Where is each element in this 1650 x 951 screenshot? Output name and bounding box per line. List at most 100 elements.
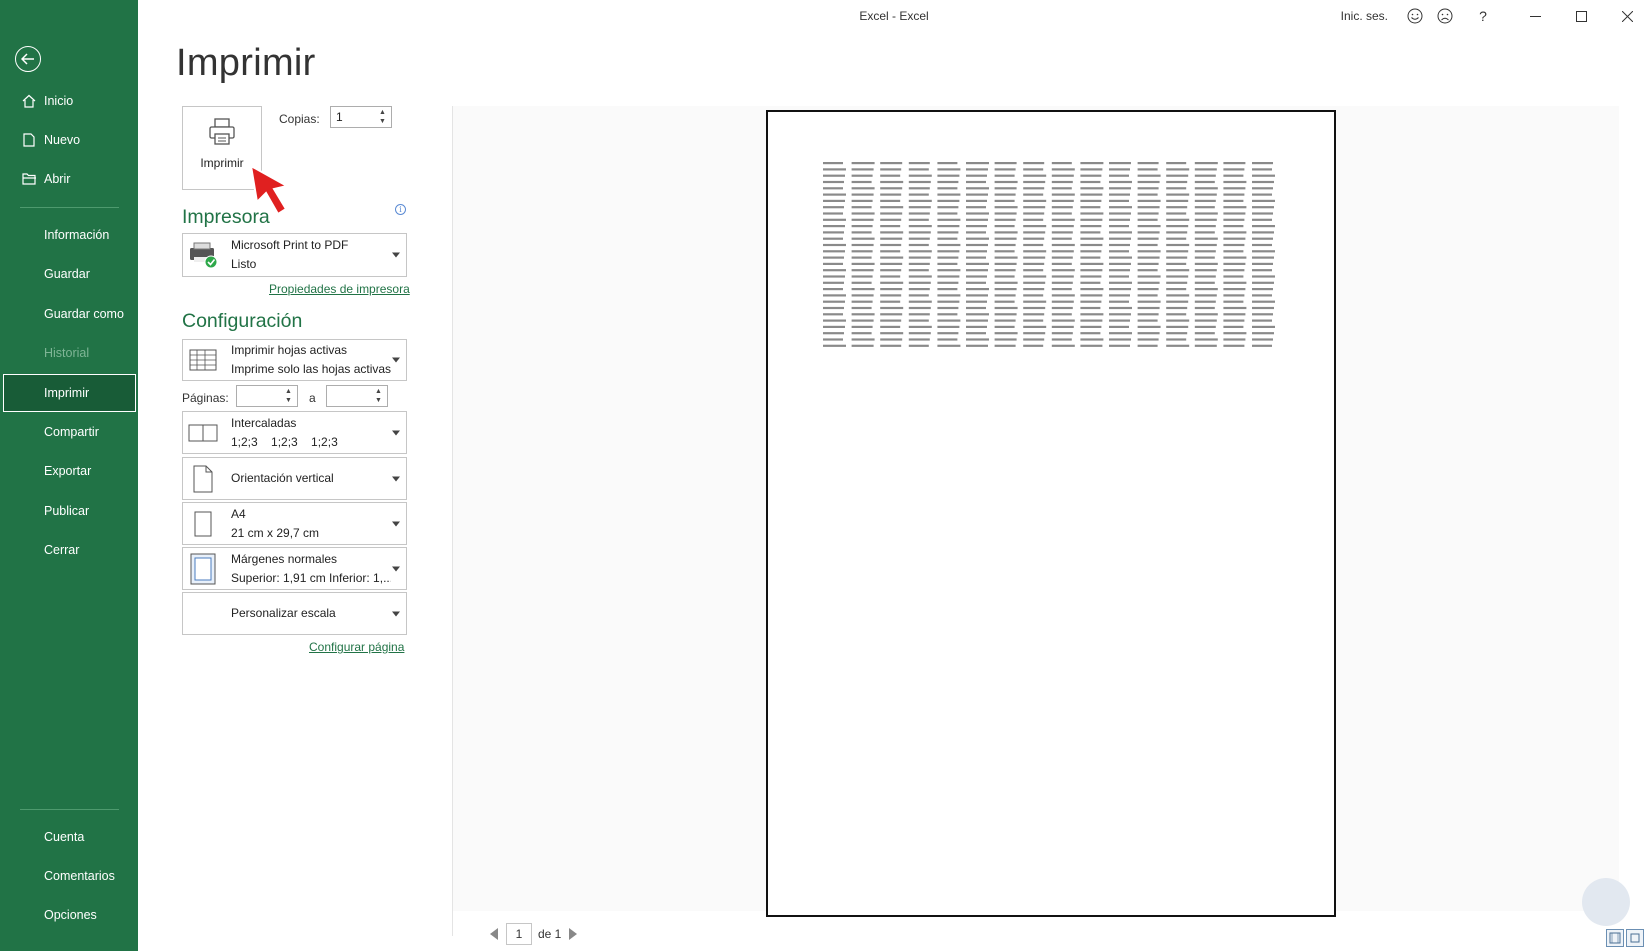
preview-cell (1137, 262, 1159, 265)
sidebar-item-nuevo[interactable]: Nuevo (0, 121, 138, 159)
preview-cell (1137, 300, 1161, 303)
sidebar-item-cuenta[interactable]: Cuenta (0, 818, 138, 856)
back-arrow-icon[interactable] (15, 46, 41, 72)
preview-cell (937, 168, 961, 171)
preview-cell (823, 344, 846, 347)
preview-cell (1051, 168, 1075, 171)
next-page-icon[interactable] (569, 928, 578, 940)
preview-cell (880, 206, 904, 209)
preview-cell (851, 206, 872, 209)
paper-size-dropdown[interactable]: A4 21 cm x 29,7 cm (182, 502, 407, 545)
preview-cell (937, 294, 961, 297)
preview-cell (823, 168, 846, 171)
preview-cell (1051, 313, 1072, 316)
close-icon[interactable] (1604, 0, 1650, 32)
sidebar-item-label: Exportar (44, 464, 92, 478)
margins-dropdown[interactable]: Márgenes normales Superior: 1,91 cm Infe… (182, 547, 407, 590)
preview-cell (1252, 218, 1272, 221)
sidebar-item-exportar[interactable]: Exportar (0, 452, 138, 490)
preview-cell (1023, 174, 1047, 177)
sidebar-item-abrir[interactable]: Abrir (0, 160, 138, 198)
preview-cell (1166, 225, 1189, 228)
frown-feedback-icon[interactable] (1430, 0, 1460, 32)
preview-cell (966, 212, 989, 215)
sidebar-item-cerrar[interactable]: Cerrar (0, 531, 138, 569)
preview-cell (937, 193, 961, 196)
spin-arrows-icon[interactable]: ▲ ▼ (379, 107, 389, 127)
preview-cell (966, 187, 989, 190)
preview-cell (966, 225, 987, 228)
preview-cell (1137, 212, 1159, 215)
preview-cell (908, 174, 932, 177)
sidebar-item-compartir[interactable]: Compartir (0, 413, 138, 451)
smile-feedback-icon[interactable] (1400, 0, 1430, 32)
preview-cell (966, 275, 987, 278)
sidebar-item-publicar[interactable]: Publicar (0, 492, 138, 530)
preview-cell (851, 168, 874, 171)
preview-cell (1051, 300, 1074, 303)
page-setup-link[interactable]: Configurar página (309, 640, 404, 654)
preview-cell (994, 306, 1018, 310)
chevron-down-icon (392, 357, 400, 363)
preview-cell (966, 313, 989, 316)
preview-cell (1194, 187, 1218, 190)
preview-cell (937, 256, 959, 259)
maximize-icon[interactable] (1558, 0, 1604, 32)
preview-cell (851, 262, 875, 265)
printer-properties-link[interactable]: Propiedades de impresora (269, 282, 410, 296)
sign-in-link[interactable]: Inic. ses. (1341, 9, 1388, 23)
preview-cell (851, 306, 872, 310)
preview-cell (1223, 325, 1244, 328)
print-what-dropdown[interactable]: Imprimir hojas activas Imprime solo las … (182, 339, 407, 381)
preview-cell (823, 281, 844, 284)
preview-cell (823, 180, 844, 184)
preview-cell (1252, 231, 1274, 234)
preview-cell (1137, 243, 1158, 247)
preview-cell (1166, 218, 1190, 221)
orientation-dropdown[interactable]: Orientación vertical (182, 457, 407, 500)
current-page-input[interactable]: 1 (506, 923, 532, 945)
preview-cell (1223, 344, 1245, 347)
copies-stepper[interactable]: 1 ▲ ▼ (330, 106, 392, 128)
printer-dropdown[interactable]: Microsoft Print to PDF Listo (182, 233, 407, 277)
preview-cell (908, 262, 930, 265)
preview-cell (937, 281, 959, 284)
preview-cell (1051, 269, 1075, 272)
help-icon[interactable]: ? (1468, 0, 1498, 32)
sidebar-item-guardar-como[interactable]: Guardar como (0, 295, 138, 333)
preview-cell (1109, 319, 1130, 322)
preview-cell (851, 225, 873, 228)
spin-arrows-icon[interactable]: ▲ ▼ (375, 386, 385, 406)
collate-dropdown[interactable]: Intercaladas 1;2;3 1;2;3 1;2;3 (182, 411, 407, 454)
show-margins-icon[interactable] (1606, 929, 1624, 947)
sidebar-item-informacion[interactable]: Información (0, 216, 138, 254)
info-icon[interactable]: i (395, 204, 406, 215)
orientation-value: Orientación vertical (231, 471, 334, 485)
preview-cell (1166, 306, 1188, 310)
sidebar-item-label: Cuenta (44, 830, 85, 844)
sidebar-item-opciones[interactable]: Opciones (0, 896, 138, 934)
minimize-icon[interactable] (1512, 0, 1558, 32)
preview-cell (1080, 225, 1102, 228)
open-folder-icon (20, 170, 38, 188)
pages-from-stepper[interactable]: ▲ ▼ (236, 385, 298, 407)
sidebar-item-guardar[interactable]: Guardar (0, 255, 138, 293)
preview-cell (966, 180, 986, 184)
sidebar-item-imprimir[interactable]: Imprimir (3, 374, 136, 412)
preview-view-controls (1606, 929, 1644, 947)
preview-cell (908, 319, 929, 322)
spin-arrows-icon[interactable]: ▲ ▼ (285, 386, 295, 406)
preview-cell (1080, 250, 1102, 253)
preview-cell (994, 338, 1017, 341)
zoom-to-page-icon[interactable] (1626, 929, 1644, 947)
preview-cell (1109, 231, 1132, 234)
scaling-dropdown[interactable]: Personalizar escala (182, 592, 407, 635)
preview-cell (966, 206, 986, 209)
previous-page-icon[interactable] (490, 928, 498, 940)
sidebar-item-inicio[interactable]: Inicio (0, 82, 138, 120)
printer-status: Listo (231, 257, 257, 271)
collated-pages-icon (187, 423, 219, 443)
preview-cell (937, 288, 958, 291)
sidebar-item-comentarios[interactable]: Comentarios (0, 857, 138, 895)
pages-to-stepper[interactable]: ▲ ▼ (326, 385, 388, 407)
